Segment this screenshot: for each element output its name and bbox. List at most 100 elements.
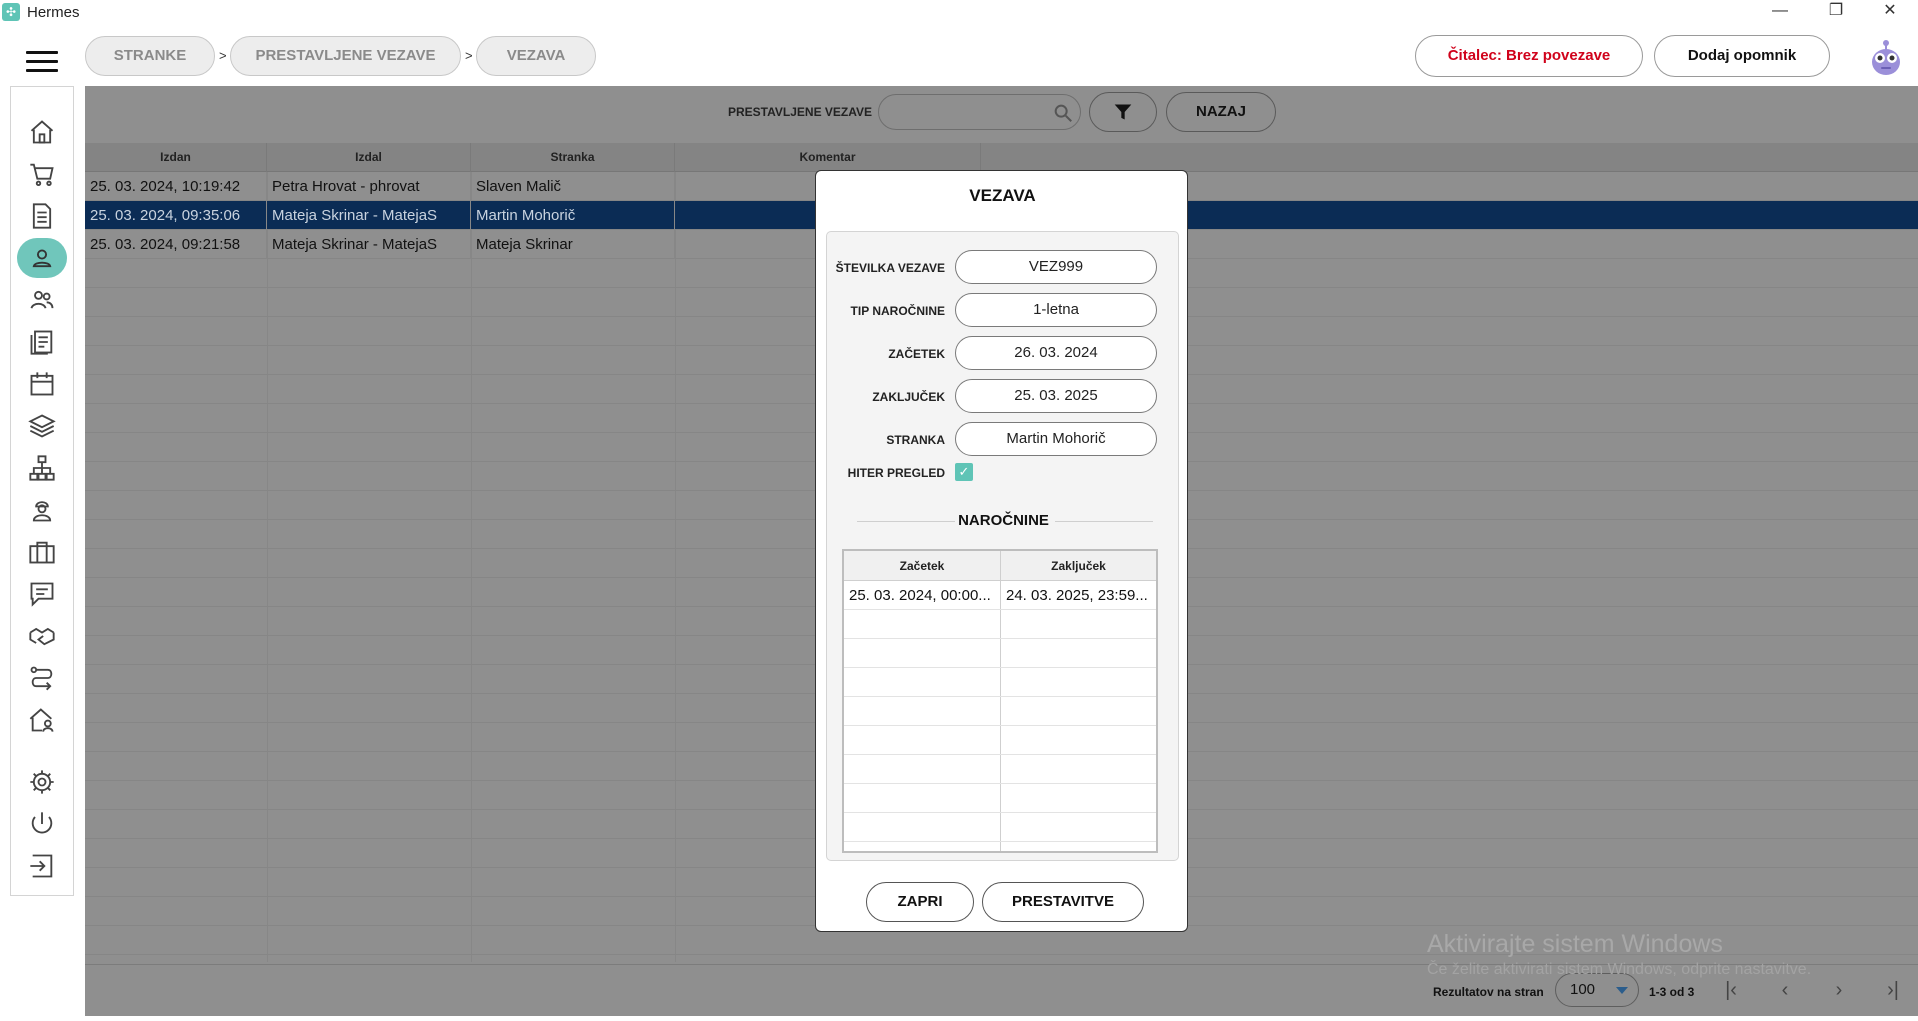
column-header-zakljucek[interactable]: Zaključek (1001, 551, 1156, 581)
document-icon (32, 203, 52, 229)
sub-cell-zakljucek: 24. 03. 2025, 23:59... (1006, 587, 1148, 604)
sidebar-item-groups[interactable] (17, 280, 67, 320)
cell-izdan: 25. 03. 2024, 09:35:06 (85, 201, 267, 230)
filter-button[interactable] (1089, 92, 1157, 132)
sub-cell-zacetek: 25. 03. 2024, 00:00... (849, 587, 991, 604)
breadcrumb-stranke[interactable]: STRANKE (85, 36, 215, 76)
sidebar-item-homes[interactable] (17, 700, 67, 740)
search-input[interactable] (878, 94, 1081, 130)
cell-izdan: 25. 03. 2024, 09:21:58 (85, 230, 267, 259)
breadcrumb-separator: > (219, 48, 227, 63)
sidebar-item-power[interactable] (17, 804, 67, 844)
last-page-button[interactable]: ›| (1879, 978, 1907, 1004)
home-icon (30, 120, 54, 144)
sidebar-item-messages[interactable] (17, 574, 67, 614)
list-document-icon (30, 330, 53, 355)
window-titlebar: ✣ Hermes — ❐ ✕ (0, 0, 1918, 24)
cell-stranka: Martin Mohorič (471, 201, 675, 230)
house-user-icon (29, 708, 54, 732)
gear-icon (30, 770, 54, 794)
add-reminder-button[interactable]: Dodaj opomnik (1654, 35, 1830, 77)
zakljucek-field[interactable]: 25. 03. 2025 (955, 379, 1157, 413)
power-icon (31, 812, 53, 834)
toolbar-title: PRESTAVLJENE VEZAVE (728, 105, 873, 119)
tip-narocnine-field[interactable]: 1-letna (955, 293, 1157, 327)
sidebar-item-calendar[interactable] (17, 364, 67, 404)
list-item-empty (844, 755, 1156, 784)
column-header-izdan[interactable]: Izdan (85, 143, 267, 172)
stranka-field[interactable]: Martin Mohorič (955, 422, 1157, 456)
dialog-title: VEZAVA (969, 186, 1036, 205)
field-label-tip: TIP NAROČNINE (850, 304, 945, 318)
chevron-down-icon (1616, 987, 1628, 994)
list-item-empty (844, 639, 1156, 668)
window-title: Hermes (27, 4, 80, 21)
sidebar-item-documents[interactable] (17, 196, 67, 236)
subscriptions-title: NAROČNINE (958, 512, 1049, 529)
column-header-komentar[interactable]: Komentar (675, 143, 981, 172)
logout-icon (30, 854, 53, 878)
cell-izdan: 25. 03. 2024, 10:19:42 (85, 172, 267, 201)
list-item-empty (844, 813, 1156, 842)
page-size-value: 100 (1570, 981, 1596, 998)
sidebar (10, 86, 74, 896)
list-item-empty (844, 784, 1156, 813)
app-logo-icon: ✣ (2, 3, 20, 21)
sidebar-item-structure[interactable] (17, 448, 67, 488)
avatar[interactable] (1866, 36, 1906, 76)
stevilka-vezave-field[interactable]: VEZ999 (955, 250, 1157, 284)
list-item-empty (844, 610, 1156, 639)
prev-page-button[interactable]: ‹ (1771, 978, 1799, 1004)
back-button[interactable]: NAZAJ (1166, 92, 1276, 132)
briefcase-icon (29, 541, 55, 564)
field-label-stevilka: ŠTEVILKA VEZAVE (835, 261, 945, 275)
search-icon[interactable] (1052, 102, 1074, 124)
cell-izdal: Mateja Skrinar - MatejaS (267, 201, 471, 230)
sidebar-item-routes[interactable] (17, 658, 67, 698)
sidebar-item-layers[interactable] (17, 406, 67, 446)
cell-izdal: Petra Hrovat - phrovat (267, 172, 471, 201)
activation-watermark-text: Če želite aktivirati sistem Windows, odp… (1427, 961, 1812, 978)
list-item[interactable]: 25. 03. 2024, 00:00... 24. 03. 2025, 23:… (844, 581, 1156, 610)
breadcrumb-separator: > (465, 48, 473, 63)
user-icon (32, 249, 52, 268)
subscriptions-table: Začetek Zaključek 25. 03. 2024, 00:00...… (842, 549, 1158, 853)
restore-button[interactable]: ❐ (1808, 0, 1864, 24)
field-label-zakljucek: ZAKLJUČEK (872, 390, 945, 404)
network-icon (29, 455, 55, 481)
activation-watermark-title: Aktivirajte sistem Windows (1427, 930, 1723, 958)
hamburger-menu-icon[interactable] (26, 51, 58, 73)
sidebar-item-business[interactable] (17, 532, 67, 572)
result-range: 1-3 od 3 (1649, 985, 1695, 999)
sidebar-item-home[interactable] (17, 112, 67, 152)
sidebar-item-cart[interactable] (17, 154, 67, 194)
breadcrumb-vezava[interactable]: VEZAVA (476, 36, 596, 76)
sidebar-item-workers[interactable] (17, 490, 67, 530)
close-dialog-button[interactable]: ZAPRI (866, 882, 974, 922)
column-header-izdal[interactable]: Izdal (267, 143, 471, 172)
first-page-button[interactable]: |‹ (1717, 978, 1745, 1004)
zacetek-field[interactable]: 26. 03. 2024 (955, 336, 1157, 370)
breadcrumb-prestavljene-vezave[interactable]: PRESTAVLJENE VEZAVE (230, 36, 461, 76)
list-item-empty (844, 697, 1156, 726)
form-panel: ŠTEVILKA VEZAVE VEZ999 TIP NAROČNINE 1-l… (826, 231, 1179, 861)
reader-status-button[interactable]: Čitalec: Brez povezave (1415, 35, 1643, 77)
sidebar-item-settings[interactable] (17, 762, 67, 802)
column-header-stranka[interactable]: Stranka (471, 143, 675, 172)
minimize-button[interactable]: — (1752, 0, 1808, 24)
handshake-icon (29, 627, 55, 646)
list-item-empty (844, 726, 1156, 755)
sidebar-item-records[interactable] (17, 322, 67, 362)
sidebar-item-partners[interactable] (17, 616, 67, 656)
reschedule-button[interactable]: PRESTAVITVE (982, 882, 1144, 922)
next-page-button[interactable]: › (1825, 978, 1853, 1004)
cell-stranka: Slaven Malič (471, 172, 675, 201)
sidebar-item-clients[interactable] (17, 238, 67, 278)
hiter-pregled-checkbox[interactable]: ✓ (955, 463, 973, 481)
column-header-zacetek[interactable]: Začetek (844, 551, 1000, 581)
close-window-button[interactable]: ✕ (1862, 0, 1918, 24)
filter-icon (1114, 104, 1132, 120)
sidebar-item-logout[interactable] (17, 846, 67, 886)
layers-icon (28, 414, 56, 438)
worker-icon (32, 501, 52, 522)
